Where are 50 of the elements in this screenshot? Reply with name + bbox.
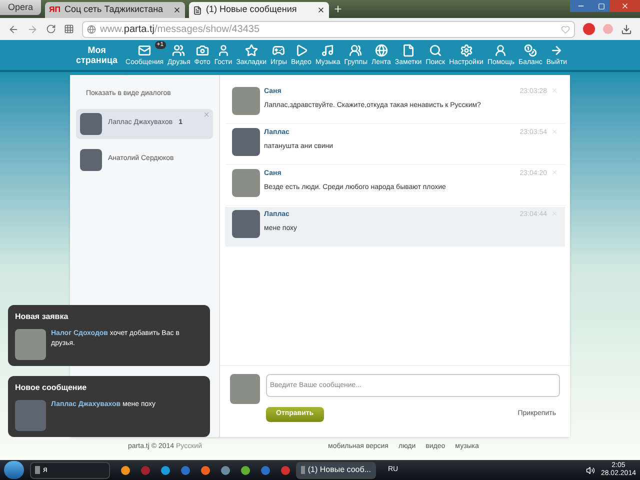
new-tab-icon[interactable] [333, 4, 344, 14]
download-icon[interactable] [621, 24, 632, 34]
settings-icon [460, 44, 473, 56]
home-link[interactable]: Моя страница [76, 45, 118, 65]
start-button[interactable] [4, 461, 24, 479]
close-icon [621, 2, 629, 10]
back-icon[interactable] [8, 24, 19, 34]
close-icon[interactable] [173, 6, 182, 14]
document-icon [402, 44, 415, 56]
play-icon [294, 44, 308, 56]
gamepad-icon [272, 44, 286, 56]
photo-placeholder [232, 210, 260, 238]
maximize-button[interactable] [592, 0, 610, 12]
browser-tab[interactable]: ЯП Соц сеть Таджикистана [45, 2, 186, 18]
menu-button[interactable]: Opera [0, 0, 42, 15]
people-icon [349, 44, 362, 56]
camera-icon [196, 44, 209, 56]
envelope-icon [138, 44, 152, 56]
close-button[interactable] [610, 0, 640, 12]
photo-placeholder [15, 400, 46, 431]
coins-icon [524, 44, 537, 56]
person-icon [494, 44, 508, 56]
close-icon[interactable] [317, 6, 326, 14]
page-icon [193, 6, 202, 14]
people-icon [172, 44, 186, 56]
taskbar-button[interactable]: (1) Новые сооб... [296, 462, 376, 478]
photo-placeholder [230, 374, 260, 404]
globe-icon [87, 24, 96, 34]
photo-placeholder [232, 169, 260, 197]
globe-icon [374, 44, 388, 56]
star-icon [244, 44, 258, 56]
search-icon [428, 44, 442, 56]
browser-tab[interactable]: (1) Новые сообщения [189, 2, 330, 18]
photo-placeholder [232, 128, 260, 156]
address-field[interactable]: www.parta.tj/messages/show/43435 [82, 20, 575, 38]
grid-icon[interactable] [64, 24, 74, 34]
photo-placeholder [80, 148, 102, 170]
taskbar-button[interactable]: я [30, 462, 110, 478]
notification-title: Новая заявка [15, 311, 70, 323]
music-note-icon [321, 44, 334, 56]
maximize-icon [598, 2, 604, 10]
reload-icon[interactable] [46, 24, 56, 34]
photo-placeholder [232, 87, 260, 115]
volume-icon[interactable] [586, 466, 595, 474]
photo-placeholder [15, 329, 46, 360]
photo-placeholder [80, 112, 102, 134]
notification-title: Новое сообщение [15, 382, 88, 394]
forward-icon[interactable] [27, 24, 38, 34]
arrow-icon [550, 44, 564, 56]
person-icon [216, 44, 230, 56]
